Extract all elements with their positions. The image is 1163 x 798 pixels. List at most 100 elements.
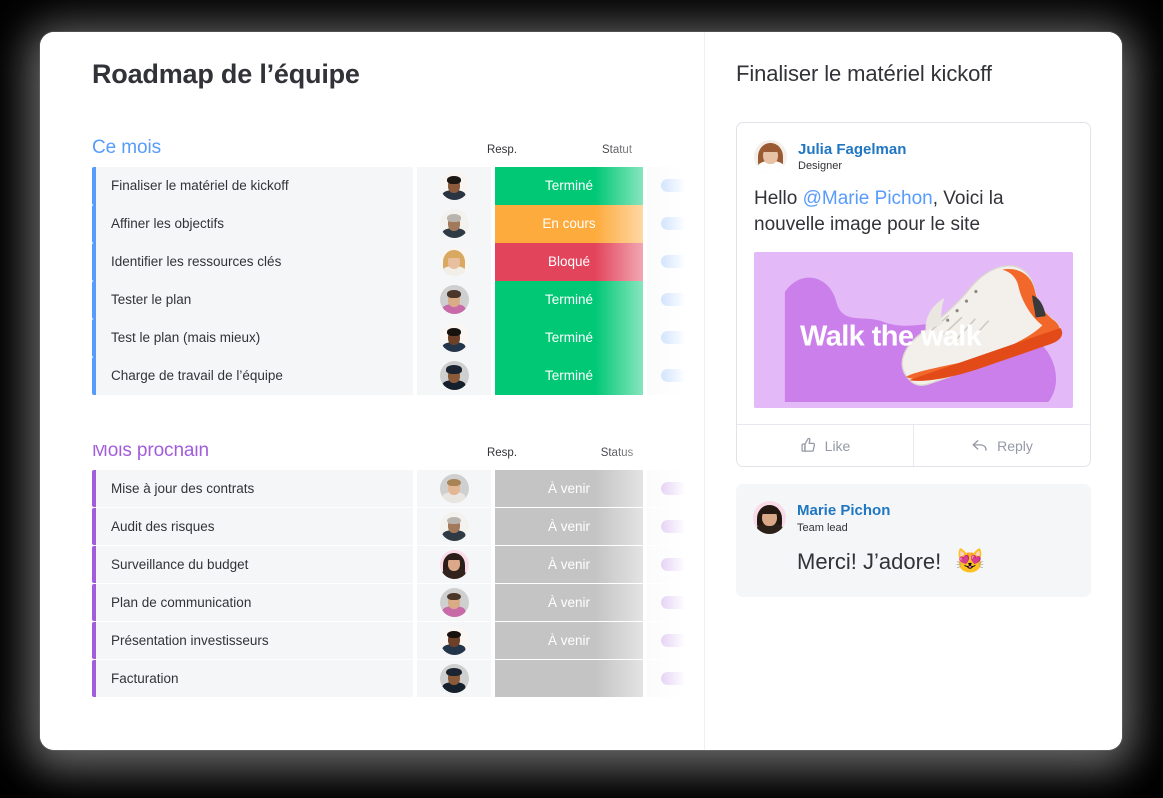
group-fade-mask [40, 711, 705, 741]
progress-cell[interactable] [647, 205, 705, 243]
person-cell[interactable] [417, 469, 491, 507]
progress-cell[interactable] [647, 167, 705, 205]
table-row[interactable]: Mise à jour des contrats À venir [92, 469, 705, 507]
progress-cell[interactable] [647, 319, 705, 357]
author-role: Designer [798, 160, 843, 173]
person-cell[interactable] [417, 545, 491, 583]
person-cell[interactable] [417, 659, 491, 697]
table-row[interactable]: Finaliser le matériel de kickoff Terminé [92, 167, 705, 205]
person-cell[interactable] [417, 167, 491, 205]
status-badge[interactable]: À venir [495, 507, 643, 545]
mention-chip[interactable]: @Marie Pichon [803, 188, 933, 209]
avatar[interactable] [439, 473, 469, 503]
person-cell[interactable] [417, 243, 491, 281]
task-name-cell[interactable]: Charge de travail de l’équipe [96, 357, 413, 395]
progress-cell[interactable] [647, 507, 705, 545]
avatar[interactable] [439, 549, 469, 579]
progress-track [661, 633, 705, 647]
task-name-cell[interactable]: Présentation investisseurs [96, 621, 413, 659]
promo-image[interactable]: Walk the walk [754, 252, 1073, 409]
table-row[interactable]: Identifier les ressources clés Bloqué [92, 243, 705, 281]
avatar[interactable] [439, 323, 469, 353]
task-name-cell[interactable]: Tester le plan [96, 281, 413, 319]
progress-track [661, 671, 705, 685]
app-window: Roadmap de l’équipe Ce mois Resp. Statut… [40, 32, 1122, 750]
status-badge[interactable]: En cours [495, 205, 643, 243]
person-cell[interactable] [417, 621, 491, 659]
avatar-portrait [439, 511, 469, 541]
progress-cell[interactable] [647, 469, 705, 507]
progress-track [661, 519, 705, 533]
update-card: Julia Fagelman Designer Hello @Marie Pic… [736, 122, 1091, 468]
progress-cell[interactable] [647, 545, 705, 583]
person-cell[interactable] [417, 507, 491, 545]
progress-cell[interactable] [647, 659, 705, 697]
avatar[interactable] [754, 140, 787, 173]
person-cell[interactable] [417, 583, 491, 621]
avatar[interactable] [439, 247, 469, 277]
person-cell[interactable] [417, 319, 491, 357]
table-row[interactable]: Tester le plan Terminé [92, 281, 705, 319]
update-author: Julia Fagelman Designer [754, 140, 1073, 173]
avatar[interactable] [753, 501, 786, 535]
table-row[interactable]: Audit des risques À venir [92, 507, 705, 545]
table-row[interactable]: Charge de travail de l’équipe Terminé [92, 357, 705, 395]
progress-cell[interactable] [647, 583, 705, 621]
status-badge[interactable]: Terminé [495, 281, 643, 319]
task-name-cell[interactable]: Audit des risques [96, 507, 413, 545]
status-badge[interactable]: Terminé [495, 167, 643, 205]
table-row[interactable]: Surveillance du budget À venir [92, 545, 705, 583]
group-title[interactable]: Mois prochain [92, 440, 209, 462]
task-name-cell[interactable]: Affiner les objectifs [96, 205, 413, 243]
progress-cell[interactable] [647, 621, 705, 659]
author-name[interactable]: Julia Fagelman [798, 141, 906, 158]
status-badge[interactable]: À venir [495, 545, 643, 583]
avatar[interactable] [439, 625, 469, 655]
progress-cell[interactable] [647, 243, 705, 281]
avatar-portrait [439, 285, 469, 315]
status-badge[interactable]: Bloqué [495, 243, 643, 281]
status-badge[interactable]: À venir [495, 621, 643, 659]
task-name-cell[interactable]: Identifier les ressources clés [96, 243, 413, 281]
board-group-this-month: Ce mois Resp. Statut Finaliser le matéri… [40, 137, 705, 395]
avatar[interactable] [439, 209, 469, 239]
avatar-portrait [753, 501, 786, 535]
person-cell[interactable] [417, 357, 491, 395]
status-badge[interactable]: Terminé [495, 357, 643, 395]
task-name-cell[interactable]: Surveillance du budget [96, 545, 413, 583]
promo-caption: Walk the walk [800, 320, 982, 353]
avatar[interactable] [439, 587, 469, 617]
status-badge[interactable] [495, 659, 643, 697]
table-row[interactable]: Facturation [92, 659, 705, 697]
task-name-cell[interactable]: Facturation [96, 659, 413, 697]
avatar[interactable] [439, 285, 469, 315]
task-name-cell[interactable]: Mise à jour des contrats [96, 469, 413, 507]
task-name-cell[interactable]: Finaliser le matériel de kickoff [96, 167, 413, 205]
progress-fill [661, 481, 705, 495]
progress-fill [661, 671, 705, 685]
table-row[interactable]: Plan de communication À venir [92, 583, 705, 621]
avatar[interactable] [439, 511, 469, 541]
table-row[interactable]: Test le plan (mais mieux) Terminé [92, 319, 705, 357]
status-badge[interactable]: À venir [495, 583, 643, 621]
person-cell[interactable] [417, 205, 491, 243]
table-row[interactable]: Affiner les objectifs En cours [92, 205, 705, 243]
person-cell[interactable] [417, 281, 491, 319]
like-button[interactable]: Like [737, 425, 913, 467]
avatar[interactable] [439, 663, 469, 693]
table-row[interactable]: Présentation investisseurs À venir [92, 621, 705, 659]
board-content: Roadmap de l’équipe Ce mois Resp. Statut… [40, 32, 705, 750]
task-name-cell[interactable]: Test le plan (mais mieux) [96, 319, 413, 357]
avatar[interactable] [439, 361, 469, 391]
progress-track [661, 595, 705, 609]
reply-button[interactable]: Reply [913, 425, 1090, 467]
status-badge[interactable]: À venir [495, 469, 643, 507]
progress-cell[interactable] [647, 357, 705, 395]
progress-cell[interactable] [647, 281, 705, 319]
author-name[interactable]: Marie Pichon [797, 502, 890, 519]
group-title[interactable]: Ce mois [92, 137, 161, 159]
progress-track [661, 369, 705, 383]
status-badge[interactable]: Terminé [495, 319, 643, 357]
task-name-cell[interactable]: Plan de communication [96, 583, 413, 621]
avatar[interactable] [439, 171, 469, 201]
